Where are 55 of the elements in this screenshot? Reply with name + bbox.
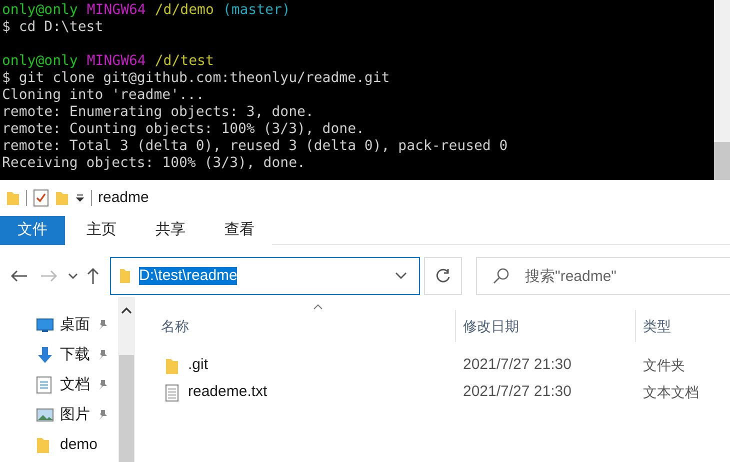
- address-path: D:\test\readme: [139, 267, 238, 285]
- refresh-icon: [435, 268, 451, 284]
- terminal-text: only@only: [2, 53, 78, 70]
- terminal-text: Receiving objects: 100% (3/3), done.: [2, 155, 306, 172]
- sort-caret-icon: [313, 304, 323, 310]
- terminal-text: /d/demo: [154, 2, 214, 19]
- scroll-up-icon[interactable]: [121, 307, 132, 315]
- terminal-text: MINGW64: [86, 2, 146, 19]
- terminal-text: remote: Total 3 (delta 0), reused 3 (delta 0), pack-reused 0: [2, 138, 508, 155]
- terminal-text: MINGW64: [86, 53, 146, 70]
- ribbon-tab[interactable]: 共享: [138, 216, 203, 245]
- chevron-down-icon[interactable]: [395, 272, 407, 280]
- search-icon: [492, 267, 510, 285]
- back-arrow-icon[interactable]: [10, 269, 28, 283]
- ribbon-tab[interactable]: 文件: [0, 216, 65, 245]
- scrollbar-thumb[interactable]: [119, 355, 134, 462]
- sidebar-item[interactable]: 桌面: [60, 314, 90, 336]
- address-bar[interactable]: D:\test\readme: [110, 257, 420, 295]
- terminal-text: only@only: [2, 2, 78, 19]
- column-header[interactable]: 修改日期: [463, 316, 519, 336]
- pin-icon[interactable]: [96, 349, 108, 361]
- terminal-text: remote: Enumerating objects: 3, done.: [2, 104, 314, 121]
- dropdown-icon[interactable]: [75, 193, 85, 203]
- search-field[interactable]: 搜索"readme": [476, 257, 730, 295]
- sidebar-item[interactable]: 下载: [60, 344, 90, 366]
- checklist-icon[interactable]: [33, 189, 49, 207]
- terminal-text: Cloning into 'readme'...: [2, 87, 204, 104]
- refresh-button[interactable]: [424, 257, 462, 295]
- sidebar-item[interactable]: 文档: [60, 374, 90, 396]
- ribbon-tab[interactable]: 查看: [207, 216, 272, 245]
- file-name[interactable]: .git: [188, 354, 208, 377]
- file-date: 2021/7/27 21:30: [463, 383, 572, 400]
- file-type: 文件夹: [643, 357, 685, 373]
- ribbon-tab[interactable]: 主页: [69, 216, 134, 245]
- file-date: 2021/7/27 21:30: [463, 356, 572, 374]
- column-header[interactable]: 类型: [643, 316, 671, 336]
- pin-icon[interactable]: [96, 319, 108, 331]
- file-name[interactable]: reademe.txt: [188, 381, 268, 404]
- terminal-text: /d/test: [154, 53, 214, 70]
- pin-icon[interactable]: [96, 379, 108, 391]
- folder-icon: [119, 268, 131, 284]
- forward-arrow-icon[interactable]: [40, 269, 58, 283]
- column-header[interactable]: 名称: [161, 316, 189, 336]
- window-title: readme: [98, 188, 149, 208]
- file-type: 文本文档: [643, 384, 699, 400]
- terminal-text: remote: Counting objects: 100% (3/3), done.: [2, 121, 364, 138]
- pin-icon[interactable]: [96, 409, 108, 421]
- terminal-text: $ cd D:\test: [2, 19, 104, 36]
- chevron-down-icon[interactable]: [68, 272, 78, 280]
- sidebar-item[interactable]: 图片: [60, 404, 90, 426]
- terminal-text: (master): [222, 2, 290, 19]
- scrollbar-thumb[interactable]: [714, 142, 730, 180]
- sidebar-item[interactable]: demo: [60, 434, 98, 456]
- terminal-text: $ git clone git@github.com:theonlyu/readme.git: [2, 70, 390, 87]
- up-arrow-icon[interactable]: [86, 267, 100, 285]
